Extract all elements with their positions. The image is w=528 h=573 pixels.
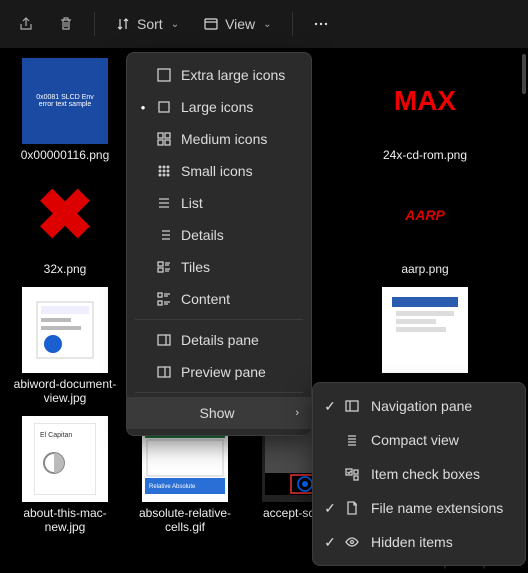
chevron-down-icon: ⌄ <box>171 19 179 30</box>
check-icon: ✓ <box>321 534 339 551</box>
menu-label: Extra large icons <box>181 67 285 83</box>
compact-icon <box>341 432 363 448</box>
view-menu: Extra large icons ● Large icons Medium i… <box>126 52 312 436</box>
menu-label: Compact view <box>371 432 459 448</box>
chevron-down-icon: ⌄ <box>263 19 271 30</box>
details-icon <box>153 227 175 243</box>
share-icon <box>18 16 34 32</box>
sort-button[interactable]: Sort ⌄ <box>105 10 189 38</box>
grid-m-icon <box>153 131 175 147</box>
menu-label: Navigation pane <box>371 398 472 414</box>
pane-left-icon <box>341 398 363 414</box>
eye-icon <box>341 534 363 550</box>
file-caption: 24x-cd-rom.png <box>383 148 467 162</box>
file-caption: 32x.png <box>44 262 87 276</box>
view-option-medium[interactable]: Medium icons <box>127 123 311 155</box>
view-option-content[interactable]: Content <box>127 283 311 315</box>
view-option-tiles[interactable]: Tiles <box>127 251 311 283</box>
menu-label: File name extensions <box>371 500 503 516</box>
radio-indicator: ● <box>135 103 151 112</box>
file-caption: abiword-document-view.jpg <box>11 377 119 406</box>
tiles-icon <box>153 259 175 275</box>
menu-label: Tiles <box>181 259 210 275</box>
show-submenu: ✓ Navigation pane Compact view Item chec… <box>312 382 526 566</box>
menu-separator <box>135 392 303 393</box>
menu-label: Preview pane <box>181 364 266 380</box>
check-icon: ✓ <box>321 398 339 415</box>
file-extensions-toggle[interactable]: ✓ File name extensions <box>313 491 525 525</box>
file-item[interactable]: ✖ 32x.png <box>10 172 120 276</box>
menu-label: Details pane <box>181 332 259 348</box>
view-option-small[interactable]: Small icons <box>127 155 311 187</box>
file-item[interactable]: abiword-document-view.jpg <box>10 287 120 406</box>
file-icon <box>341 500 363 516</box>
divider <box>94 12 95 36</box>
content-icon <box>153 291 175 307</box>
thumbnail <box>382 287 468 373</box>
compact-view-toggle[interactable]: Compact view <box>313 423 525 457</box>
trash-icon <box>58 16 74 32</box>
checkbox-icon <box>341 466 363 482</box>
thumbnail: ✖ <box>22 172 108 258</box>
thumbnail: MAX <box>382 58 468 144</box>
view-label: View <box>225 16 255 32</box>
file-item[interactable]: MAX 24x-cd-rom.png <box>370 58 480 162</box>
grid-l-icon <box>153 99 175 115</box>
navigation-pane-toggle[interactable]: ✓ Navigation pane <box>313 389 525 423</box>
grid-s-icon <box>153 163 175 179</box>
menu-label: Hidden items <box>371 534 453 550</box>
file-caption: absolute-relative-cells.gif <box>131 506 239 535</box>
menu-label: Item check boxes <box>371 466 480 482</box>
svg-text:El Capitan: El Capitan <box>40 432 72 439</box>
svg-text:Relative Absolute: Relative Absolute <box>149 484 196 490</box>
share-button[interactable] <box>8 10 44 38</box>
thumbnail: El Capitan <box>22 416 108 502</box>
toolbar: Sort ⌄ View ⌄ <box>0 0 528 48</box>
ellipsis-icon <box>313 16 329 32</box>
item-checkboxes-toggle[interactable]: Item check boxes <box>313 457 525 491</box>
menu-label: Large icons <box>181 99 253 115</box>
view-option-details[interactable]: Details <box>127 219 311 251</box>
file-item[interactable]: 0x0081 SLCD Enverror text sample 0x00000… <box>10 58 120 162</box>
file-caption: aarp.png <box>401 262 448 276</box>
file-caption: about-this-mac-new.jpg <box>11 506 119 535</box>
pane-right-icon <box>153 364 175 380</box>
delete-button[interactable] <box>48 10 84 38</box>
preview-pane-toggle[interactable]: Preview pane <box>127 356 311 388</box>
divider <box>292 12 293 36</box>
check-icon: ✓ <box>321 500 339 517</box>
scrollbar[interactable] <box>522 54 526 94</box>
list-icon <box>153 195 175 211</box>
chevron-right-icon: › <box>295 407 299 419</box>
view-option-list[interactable]: List <box>127 187 311 219</box>
menu-label: Medium icons <box>181 131 267 147</box>
hidden-items-toggle[interactable]: ✓ Hidden items <box>313 525 525 559</box>
thumbnail <box>22 287 108 373</box>
pane-right-icon <box>153 332 175 348</box>
menu-label: Show <box>199 405 234 421</box>
grid-xl-icon <box>153 67 175 83</box>
menu-label: Content <box>181 291 230 307</box>
view-option-large[interactable]: ● Large icons <box>127 91 311 123</box>
sort-label: Sort <box>137 16 163 32</box>
file-item[interactable]: El Capitan about-this-mac-new.jpg <box>10 416 120 535</box>
menu-separator <box>135 319 303 320</box>
sort-icon <box>115 16 131 32</box>
view-button[interactable]: View ⌄ <box>193 10 281 38</box>
file-item[interactable]: AARP aarp.png <box>370 172 480 276</box>
thumbnail: AARP <box>382 172 468 258</box>
view-icon <box>203 16 219 32</box>
thumbnail: 0x0081 SLCD Enverror text sample <box>22 58 108 144</box>
menu-label: Details <box>181 227 224 243</box>
show-submenu-trigger[interactable]: Show › <box>127 397 311 429</box>
more-button[interactable] <box>303 10 339 38</box>
details-pane-toggle[interactable]: Details pane <box>127 324 311 356</box>
file-caption: 0x00000116.png <box>21 148 110 162</box>
menu-label: List <box>181 195 203 211</box>
menu-label: Small icons <box>181 163 253 179</box>
view-option-extra-large[interactable]: Extra large icons <box>127 59 311 91</box>
